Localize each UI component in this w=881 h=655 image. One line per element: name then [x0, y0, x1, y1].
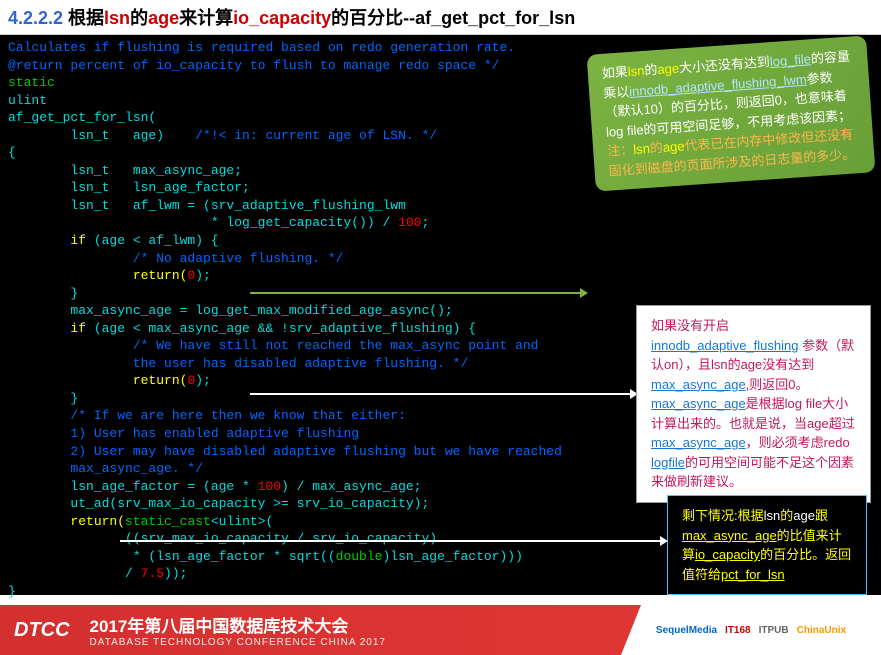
- section-title: 4.2.2.2 根据lsn的age来计算io_capacity的百分比--af_…: [0, 0, 881, 35]
- footer-sponsors: SequelMedia IT168 ITPUB ChinaUnix: [621, 605, 881, 655]
- footer-bar: DTCC 2017年第八届中国数据库技术大会 DATABASE TECHNOLO…: [0, 605, 881, 655]
- footer-logo: DTCC: [14, 619, 70, 642]
- annotation-callout-3: 剩下情况:根据lsn的age跟max_async_age的比值来计算io_cap…: [667, 495, 867, 595]
- code-block: Calculates if flushing is required based…: [0, 35, 881, 595]
- footer-text: 2017年第八届中国数据库技术大会 DATABASE TECHNOLOGY CO…: [90, 612, 386, 648]
- section-number: 4.2.2.2: [8, 8, 68, 28]
- arrow-icon: [250, 292, 580, 294]
- annotation-callout-2: 如果没有开启innodb_adaptive_flushing 参数（默认on），…: [636, 305, 871, 503]
- annotation-callout-1: 如果lsn的age大小还没有达到log_file的容量乘以innodb_adap…: [587, 35, 876, 191]
- arrow-icon: [250, 393, 630, 395]
- arrow-icon: [120, 540, 660, 542]
